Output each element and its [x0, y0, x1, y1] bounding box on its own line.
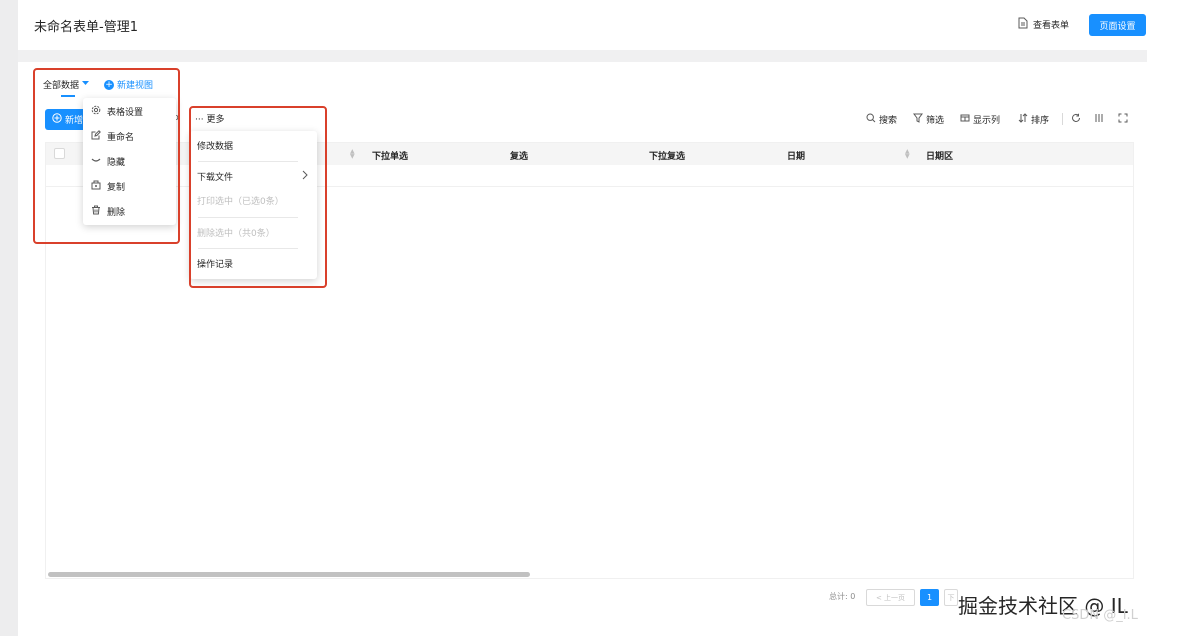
- highlight-box-more-menu: [189, 106, 327, 288]
- columns-icon: [960, 113, 970, 126]
- show-columns-label: 显示列: [973, 116, 1001, 126]
- column-header[interactable]: 下拉单选: [372, 149, 408, 162]
- sort-button[interactable]: 排序: [1018, 113, 1049, 126]
- sort-arrows-icon[interactable]: ▲ ▼: [905, 149, 910, 160]
- toolbar-separator: [1062, 113, 1063, 125]
- filter-label: 筛选: [926, 116, 945, 126]
- sort-arrows-icon[interactable]: ▲ ▼: [350, 149, 355, 160]
- search-button[interactable]: 搜索: [866, 113, 897, 126]
- view-form-label: 查看表单: [1033, 21, 1070, 31]
- refresh-icon[interactable]: [1071, 113, 1081, 123]
- column-header[interactable]: 下拉复选: [649, 149, 685, 162]
- page-header: 未命名表单-管理1 查看表单 页面设置: [18, 0, 1147, 50]
- show-columns-button[interactable]: 显示列: [960, 113, 1000, 126]
- document-icon: [1018, 17, 1028, 32]
- current-page-button[interactable]: 1: [920, 589, 939, 606]
- search-label: 搜索: [879, 116, 898, 126]
- sort-label: 排序: [1031, 116, 1050, 126]
- app-page: 未命名表单-管理1 查看表单 页面设置 全部数据 + 新建视图 新增 b ···…: [0, 0, 1183, 636]
- column-header[interactable]: 日期区: [926, 149, 953, 162]
- column-header[interactable]: 日期: [787, 149, 805, 162]
- total-count: 总计: 0: [829, 592, 856, 601]
- page-settings-button[interactable]: 页面设置: [1089, 14, 1146, 36]
- page-title: 未命名表单-管理1: [34, 20, 138, 35]
- watermark-csdn: CSDN @_I.L: [1062, 608, 1138, 623]
- header-divider-band: [18, 50, 1147, 62]
- highlight-box-view-menu: [33, 68, 180, 244]
- prev-page-button[interactable]: < 上一页: [866, 589, 915, 606]
- column-width-icon[interactable]: [1094, 113, 1104, 123]
- sort-icon: [1018, 113, 1028, 126]
- fullscreen-icon[interactable]: [1118, 113, 1128, 123]
- left-gutter: [0, 0, 18, 636]
- next-page-button[interactable]: 下: [944, 589, 958, 606]
- filter-button[interactable]: 筛选: [913, 113, 944, 126]
- search-icon: [866, 113, 876, 126]
- horizontal-scrollbar[interactable]: [48, 572, 530, 577]
- column-header[interactable]: 复选: [510, 149, 528, 162]
- filter-icon: [913, 113, 923, 126]
- right-gutter: [1147, 0, 1183, 636]
- view-form-button[interactable]: 查看表单: [1018, 17, 1069, 32]
